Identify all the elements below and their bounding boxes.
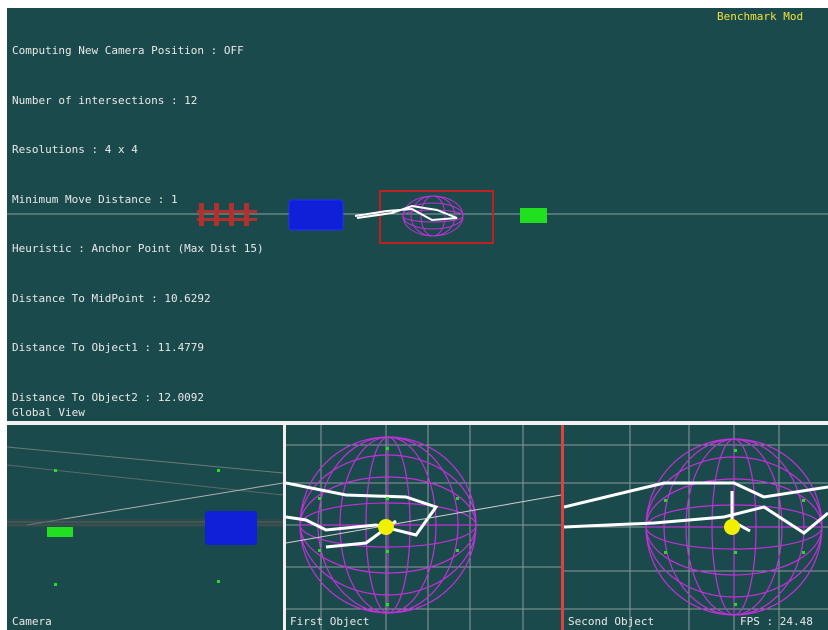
hud-line: Distance To Object2 : 12.0092 <box>12 390 205 404</box>
hud-line: Heuristic : Anchor Point (Max Dist 15) <box>12 242 264 255</box>
white-wire-object <box>564 481 828 509</box>
blue-object <box>205 511 257 545</box>
yellow-marker <box>724 519 740 535</box>
hud-line: Distance To Object1 : 11.4779 <box>12 341 205 354</box>
second-object-label: Second Object <box>568 615 655 628</box>
camera-scene <box>7 446 283 586</box>
hud-line: Resolutions : 4 x 4 <box>12 143 138 156</box>
hud-line: Number of intersections : 12 <box>12 93 198 107</box>
first-object-label: First Object <box>290 615 370 628</box>
global-view-viewport[interactable]: Computing New Camera Position : OFF Numb… <box>7 8 828 421</box>
camera-viewport[interactable]: Camera <box>7 425 283 630</box>
yellow-marker <box>378 519 394 535</box>
hud-line: Distance To MidPoint : 10.6292 <box>12 291 211 305</box>
first-object-viewport[interactable]: First Object <box>286 425 561 630</box>
blue-object <box>288 199 344 231</box>
hud-line: Minimum Move Distance : 1 <box>12 192 178 206</box>
global-view-label: Global View <box>12 406 85 419</box>
green-object <box>520 208 547 223</box>
hud-stats: Computing New Camera Position : OFF Numb… <box>12 10 264 421</box>
second-object-scene <box>564 425 828 630</box>
fps-counter: FPS : 24.48 <box>740 615 813 628</box>
first-object-scene <box>286 425 561 630</box>
benchmark-mode-label: Benchmark Mod <box>717 10 804 23</box>
hud-line: Computing New Camera Position : OFF <box>12 44 244 57</box>
camera-label: Camera <box>12 615 52 628</box>
white-wire-object <box>286 481 439 537</box>
green-object <box>47 527 73 537</box>
second-object-viewport[interactable]: Second Object FPS : 24.48 <box>564 425 828 630</box>
